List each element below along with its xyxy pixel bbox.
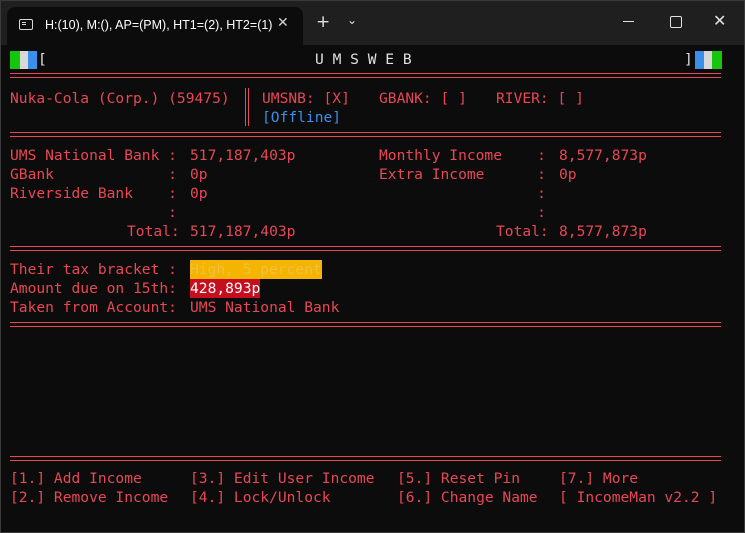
income-total-label: Total: (496, 223, 549, 240)
tax-bracket-label: Their tax bracket : (10, 261, 177, 278)
header-block-green-right (712, 51, 722, 69)
amount-due-label: Amount due on 15th: (10, 280, 177, 297)
income-label: : (379, 185, 546, 202)
account-label: : (10, 204, 177, 221)
taken-from-label: Taken from Account: (10, 299, 177, 316)
river-status: RIVER: [ ] (496, 90, 584, 107)
menu-item-edit-user-income[interactable]: [3.] Edit User Income (190, 469, 375, 488)
company-name: Nuka-Cola (Corp.) (59475) (10, 90, 230, 107)
account-label: GBank : (10, 166, 177, 183)
tab-dropdown-button[interactable]: ⌄ (347, 13, 357, 27)
income-value: 8,577,873p (559, 147, 647, 164)
connection-status: [Offline] (262, 109, 342, 126)
tab-close-icon[interactable]: ✕ (277, 15, 289, 31)
header-block-white (20, 51, 28, 69)
close-window-button[interactable]: ✕ (713, 11, 726, 30)
amount-due-value: 428,893p (190, 279, 261, 298)
terminal-icon (19, 19, 33, 30)
title-bar: H:(10), M:(), AP=(PM), HT1=(2), HT2=(1) … (1, 1, 744, 45)
divider-menu (10, 456, 721, 461)
terminal-content: [ U M S W E B ] Nuka-Cola (Corp.) (59475… (1, 45, 744, 532)
taken-from-value: UMS National Bank (190, 299, 340, 316)
income-value: 0p (559, 166, 577, 183)
maximize-button[interactable] (670, 16, 682, 28)
menu-item-add-income[interactable]: [1.] Add Income (10, 469, 142, 488)
income-total-value: 8,577,873p (559, 223, 647, 240)
income-label: Extra Income : (379, 166, 546, 183)
app-version-label: [ IncomeMan v2.2 ] (559, 489, 718, 506)
menu-item-remove-income[interactable]: [2.] Remove Income (10, 488, 168, 507)
menu-item-lock-unlock[interactable]: [4.] Lock/Unlock (190, 488, 331, 507)
menu-item-reset-pin[interactable]: [5.] Reset Pin (397, 469, 520, 488)
income-label: Monthly Income : (379, 147, 546, 164)
account-value: 517,187,403p (190, 147, 296, 164)
status-divider (245, 88, 249, 126)
account-label: Riverside Bank : (10, 185, 177, 202)
header-block-blue (28, 51, 37, 69)
tax-bracket-value: High, 5 percent (190, 260, 322, 279)
accounts-total-value: 517,187,403p (190, 223, 296, 240)
gbank-status: GBANK: [ ] (379, 90, 467, 107)
header-right-bracket: ] (684, 51, 693, 68)
divider-tax (10, 246, 721, 251)
header-left-bracket: [ (38, 51, 47, 68)
menu-item-change-name[interactable]: [6.] Change Name (397, 488, 538, 507)
divider-top (10, 73, 721, 78)
header-block-green (10, 51, 20, 69)
terminal-tab[interactable]: H:(10), M:(), AP=(PM), HT1=(2), HT2=(1) … (7, 7, 303, 45)
header-title: U M S W E B (315, 51, 412, 68)
divider-body (10, 322, 721, 327)
tab-title: H:(10), M:(), AP=(PM), HT1=(2), HT2=(1) (45, 18, 273, 32)
minimize-button[interactable] (623, 21, 634, 22)
income-label: : (379, 204, 546, 221)
terminal-window: H:(10), M:(), AP=(PM), HT1=(2), HT2=(1) … (0, 0, 745, 533)
new-tab-button[interactable]: + (316, 13, 330, 31)
account-value: 0p (190, 185, 208, 202)
header-block-blue-right (695, 51, 704, 69)
divider-accounts (10, 132, 721, 137)
account-value: 0p (190, 166, 208, 183)
account-label: UMS National Bank : (10, 147, 177, 164)
umsnb-status: UMSNB: [X] (262, 90, 350, 107)
accounts-total-label: Total: (127, 223, 180, 240)
header-block-white-right (704, 51, 712, 69)
menu-item-more[interactable]: [7.] More (559, 469, 638, 488)
